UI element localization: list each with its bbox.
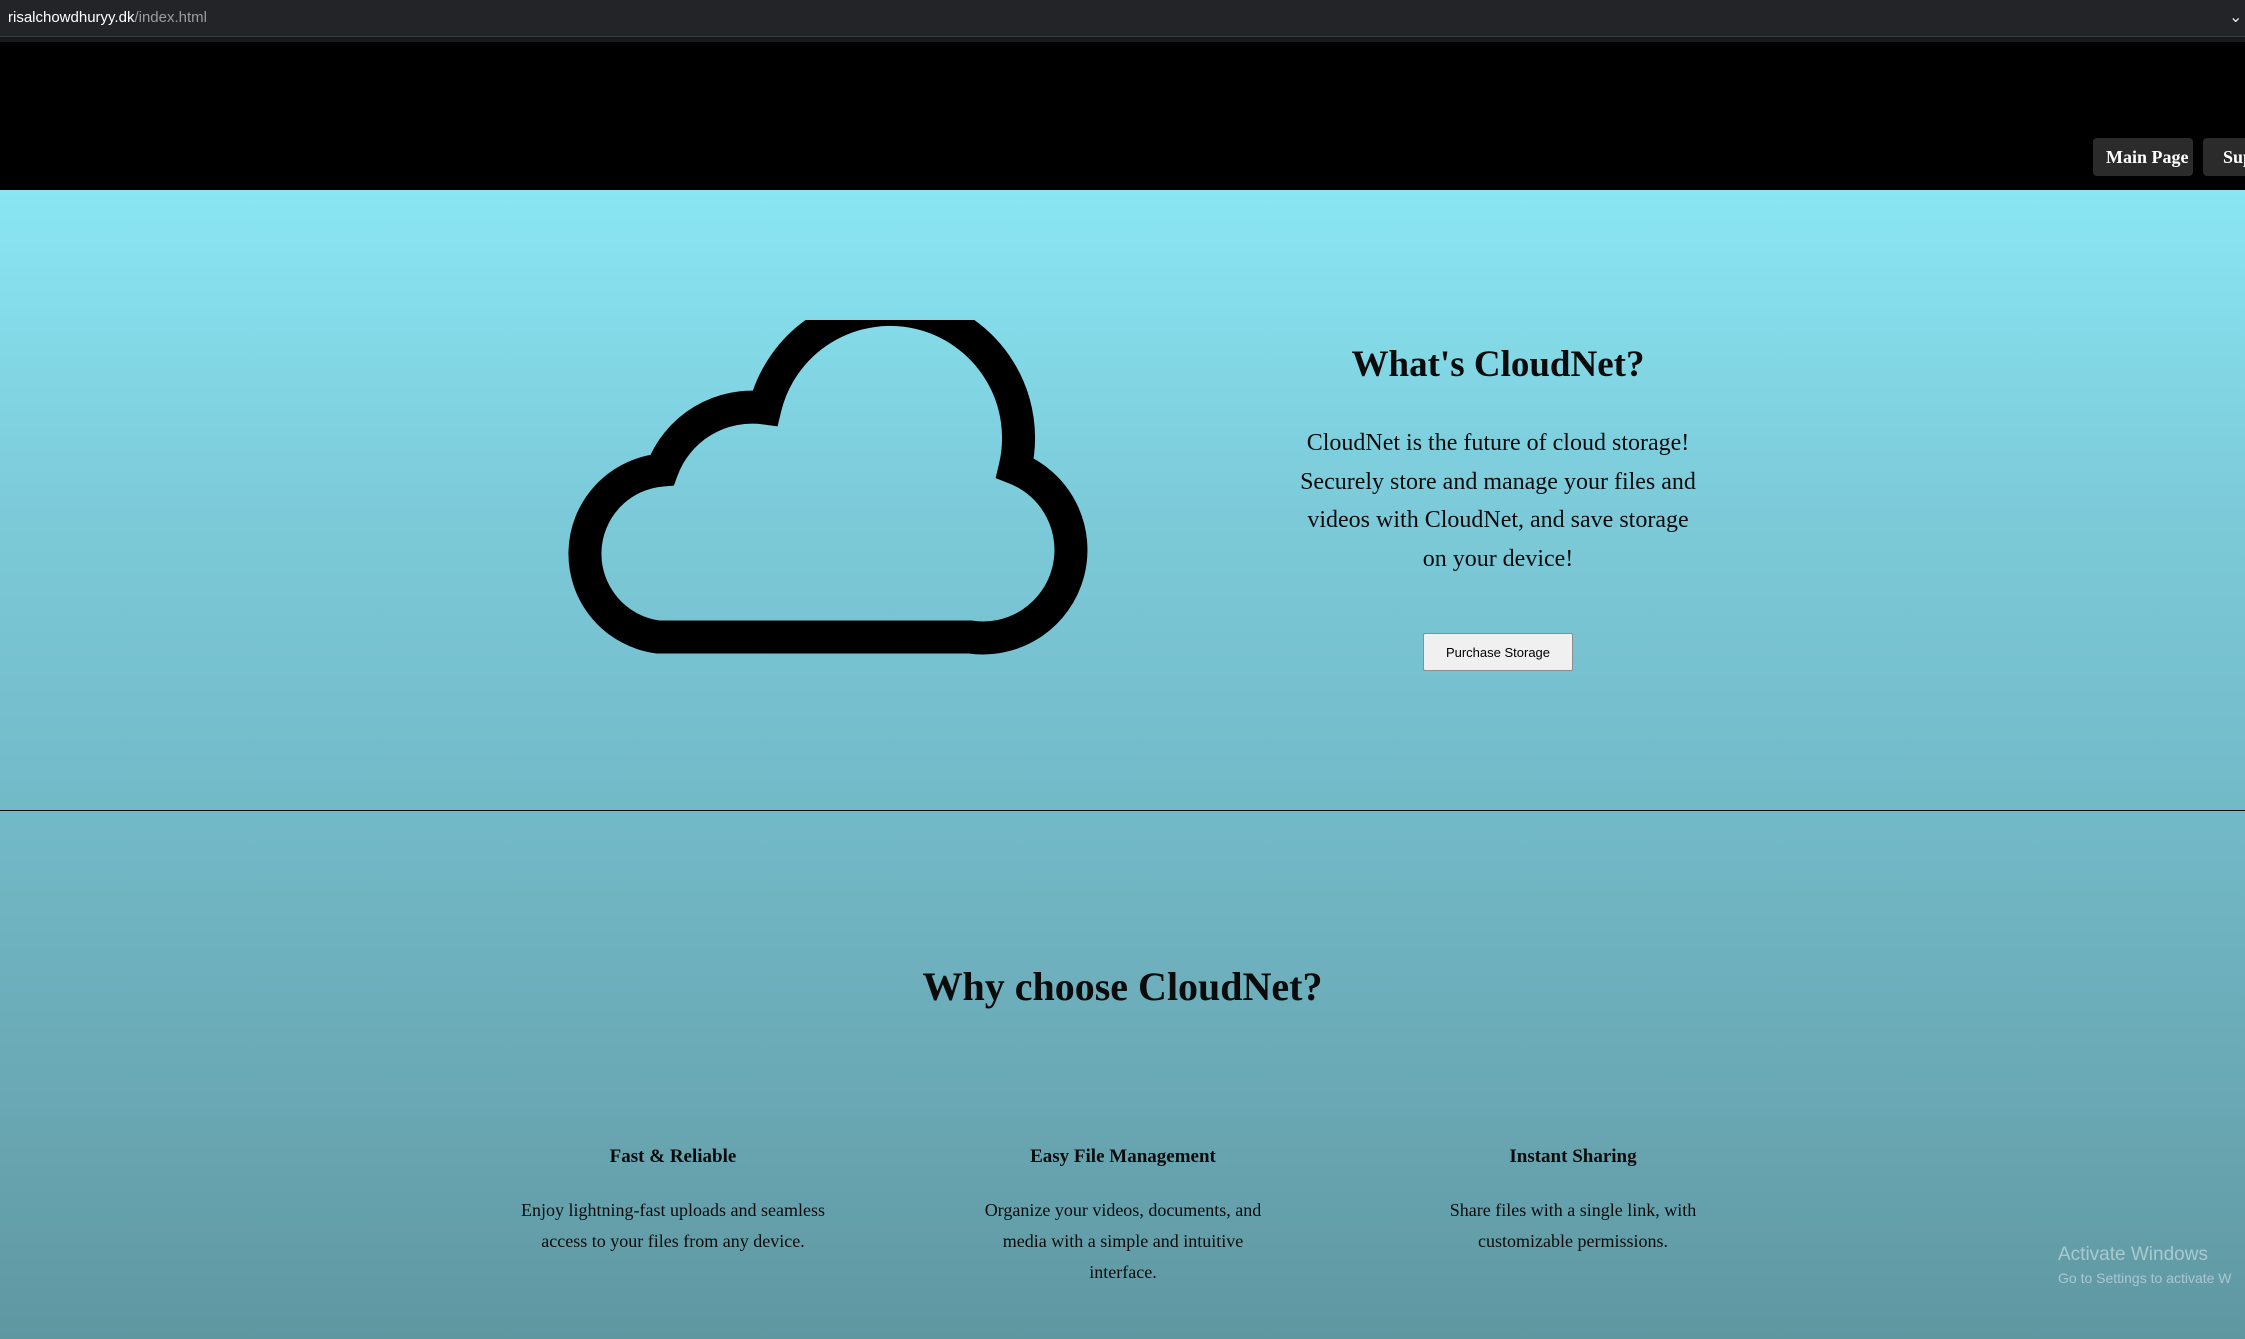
site-navbar: Main Page Sup bbox=[0, 42, 2245, 190]
feature-title: Fast & Reliable bbox=[609, 1146, 737, 1167]
feature-title: Instant Sharing bbox=[1509, 1146, 1637, 1167]
hero-description: CloudNet is the future of cloud storage!… bbox=[1300, 430, 1696, 572]
watermark-subtitle: Go to Settings to activate W bbox=[2058, 1270, 2232, 1286]
chevron-down-icon[interactable]: ⌄ bbox=[2229, 5, 2243, 29]
section-divider bbox=[0, 810, 2245, 811]
hero-title: What's CloudNet? bbox=[1351, 344, 1645, 385]
nav-support-button[interactable]: Sup bbox=[2203, 138, 2245, 176]
feature-card-instant-sharing: Instant Sharing Share files with a singl… bbox=[1418, 1145, 1728, 1257]
nav-main-page-button[interactable]: Main Page bbox=[2093, 138, 2193, 176]
url-text[interactable]: risalchowdhuryy.dk/index.html bbox=[8, 9, 207, 27]
feature-card-easy-file-management: Easy File Management Organize your video… bbox=[968, 1145, 1278, 1288]
watermark-title: Activate Windows bbox=[2058, 1244, 2208, 1265]
why-section-title: Why choose CloudNet? bbox=[922, 964, 1323, 1009]
url-path: /index.html bbox=[134, 9, 207, 26]
feature-title: Easy File Management bbox=[1030, 1146, 1216, 1167]
feature-text: Share files with a single link, with cus… bbox=[1449, 1200, 1697, 1251]
feature-text: Organize your videos, documents, and med… bbox=[984, 1200, 1262, 1282]
feature-text: Enjoy lightning-fast uploads and seamles… bbox=[521, 1200, 825, 1251]
url-host: risalchowdhuryy.dk bbox=[8, 9, 135, 26]
purchase-storage-button[interactable]: Purchase Storage bbox=[1423, 633, 1573, 671]
main-content: What's CloudNet? CloudNet is the future … bbox=[0, 190, 2245, 1339]
browser-address-bar[interactable]: risalchowdhuryy.dk/index.html ⌄ bbox=[0, 0, 2245, 37]
feature-card-fast-reliable: Fast & Reliable Enjoy lightning-fast upl… bbox=[518, 1145, 828, 1257]
activate-windows-watermark: Activate Windows Go to Settings to activ… bbox=[2058, 1244, 2232, 1287]
cloud-icon bbox=[568, 320, 1088, 655]
